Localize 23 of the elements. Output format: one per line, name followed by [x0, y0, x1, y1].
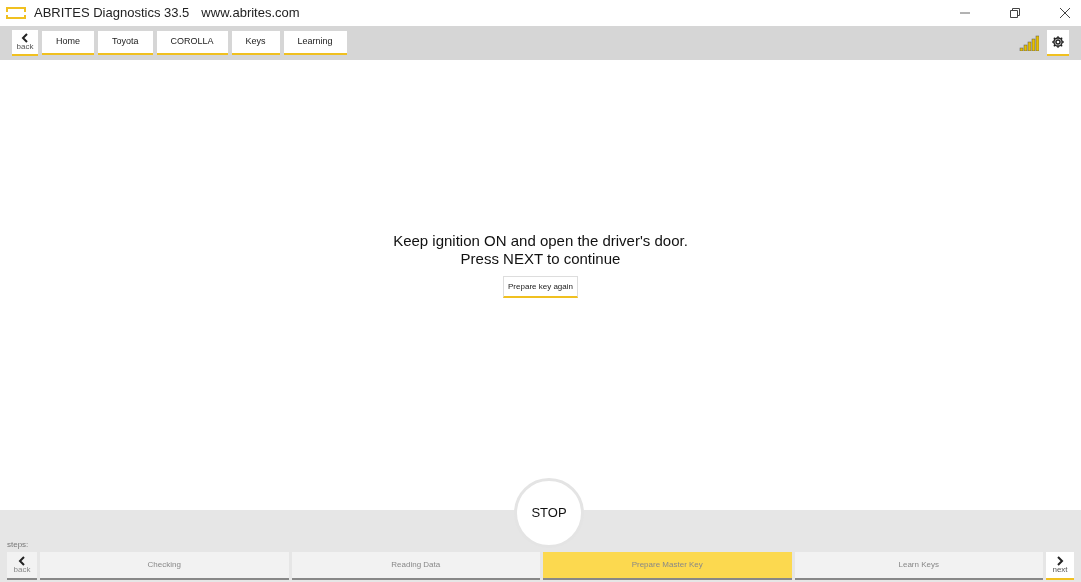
prepare-key-button[interactable]: Prepare key again [503, 276, 578, 298]
app-logo-icon [6, 7, 26, 19]
breadcrumb-tab[interactable]: COROLLA [156, 31, 228, 55]
instruction-text: Press NEXT to continue [460, 250, 621, 268]
next-button[interactable]: next [1046, 552, 1074, 580]
steps-label: steps: [7, 540, 30, 550]
instruction-text: Keep ignition ON and open the driver's door. [393, 232, 688, 250]
restore-icon[interactable] [1009, 7, 1021, 19]
back-button[interactable]: back [12, 30, 38, 56]
stop-button[interactable]: STOP [514, 478, 584, 548]
signal-strength-icon [1019, 35, 1039, 51]
breadcrumb-tab[interactable]: Toyota [98, 31, 153, 55]
chevron-left-icon [18, 556, 26, 566]
breadcrumb-tab[interactable]: Keys [231, 31, 280, 55]
breadcrumb-tab[interactable]: Learning [283, 31, 347, 55]
breadcrumb-tab[interactable]: Home [42, 31, 94, 55]
chevron-right-icon [1056, 556, 1064, 566]
chevron-left-icon [21, 33, 29, 43]
close-icon[interactable] [1059, 7, 1071, 19]
window-title: ABRITES Diagnostics 33.5 [34, 4, 190, 23]
settings-icon [1051, 35, 1065, 49]
settings-button[interactable] [1047, 30, 1069, 56]
window-url: www.abrites.com [201, 4, 300, 23]
